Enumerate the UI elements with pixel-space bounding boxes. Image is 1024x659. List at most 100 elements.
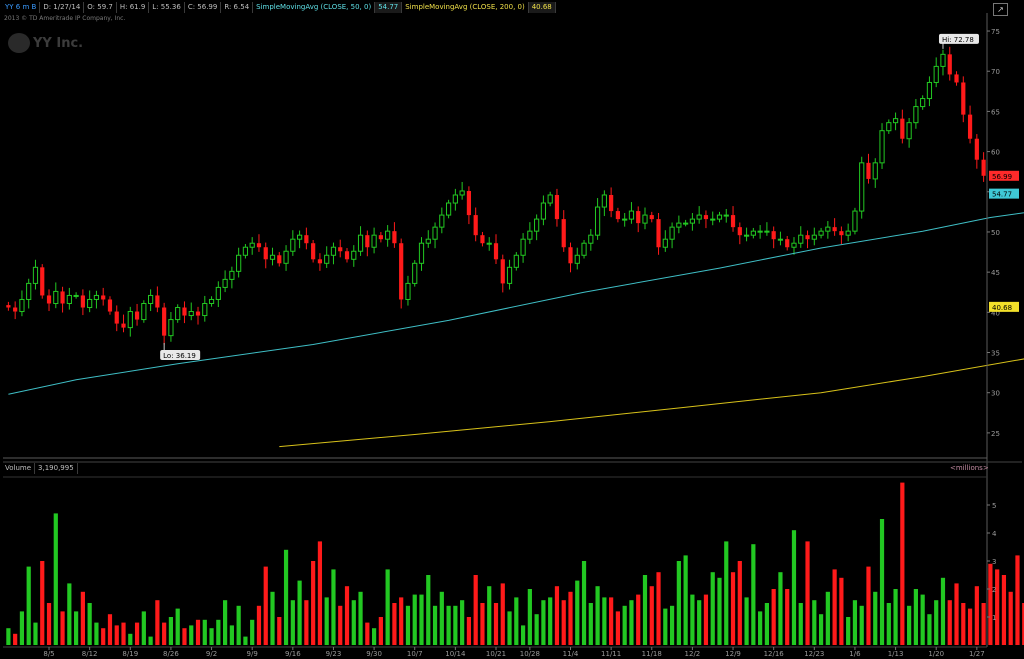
volume-bar [426,575,431,645]
candle-body [554,194,560,220]
candle [445,199,452,219]
volume-bar [216,619,221,645]
candle-body [466,190,472,216]
volume-bar [832,569,837,645]
volume-bar [656,572,661,645]
open-label: O: 59.7 [84,2,117,13]
candle-body [121,323,126,328]
volume-bar [981,603,986,645]
volume-bar [588,603,593,645]
volume-units: <millions> [950,464,989,472]
volume-bar [13,633,18,645]
volume-bar [412,594,417,645]
volume-bar [392,603,397,645]
date-tick-label: 8/12 [82,650,98,658]
candle-body [297,234,303,240]
volume-bar [256,605,262,645]
volume-bar [561,600,566,645]
volume-bar [514,597,519,645]
volume-bar [724,541,729,645]
volume-bar [175,608,180,645]
candle-body [785,239,790,248]
candle-body [656,219,661,248]
candle-body [249,242,255,248]
volume-bar [846,617,851,645]
candle-body [913,106,919,124]
volume-bar [223,600,228,645]
candle-body [920,98,926,108]
volume-bar [730,572,736,645]
date-tick-label: 10/7 [407,650,423,658]
candle-body [127,311,133,329]
volume-bar [385,569,390,645]
candle-body [351,250,357,260]
price-flag-label: 40.68 [992,304,1012,312]
volume-bar [453,605,458,645]
candle-body [87,298,93,309]
candle-body [141,302,147,321]
candle-body [845,230,851,236]
candle-body [324,254,330,264]
candle [513,252,519,271]
chart-header: YY 6 m B D: 1/27/14 O: 59.7 H: 61.9 L: 5… [2,2,556,13]
candle-body [493,243,499,260]
price-tick-label: 25 [991,430,1000,438]
candle-body [506,266,513,284]
volume-bar [94,622,99,645]
volume-bar [676,561,681,645]
volume-bar [947,600,952,645]
candle-body [703,215,709,220]
candle-body [818,230,824,236]
candle-body [418,242,425,264]
candle-body [202,302,208,317]
symbol-label[interactable]: YY 6 m B [2,2,41,13]
volume-bar [500,583,505,645]
volume-bar [744,597,749,645]
volume-bar [839,577,844,645]
candle-body [967,114,973,139]
date-tick-label: 10/21 [486,650,506,658]
date-tick-label: 10/28 [520,650,540,658]
volume-bar [818,614,824,645]
volume-bar [189,625,194,645]
candle-body [642,214,648,224]
volume-bar [107,614,113,645]
candle-body [439,214,445,228]
candle-body [581,242,587,256]
candle-body [101,295,106,300]
volume-bar [290,600,295,645]
volume-bar [737,561,742,645]
candle-body [628,210,635,220]
volume-bar [1008,591,1013,645]
volume-bar [26,566,31,645]
volume-bar [873,591,878,645]
candle-body [256,243,262,248]
volume-bar [683,555,688,645]
price-tick-label: 65 [991,108,1000,116]
volume-bar [548,597,553,645]
chart-settings-icon[interactable]: ↗ [993,3,1008,16]
volume-bar [277,617,282,645]
volume-bar [595,586,600,645]
candle-body [330,246,337,256]
date-tick-label: 1/20 [928,650,944,658]
volume-bar [487,586,492,645]
volume-bar [859,605,864,645]
candle-body [594,206,601,236]
candle-body [866,162,871,179]
candle-body [926,81,933,100]
date-tick-label: 9/30 [366,650,382,658]
sma50-value: 54.77 [375,2,403,13]
sma200-label[interactable]: SimpleMovingAvg (CLOSE, 200, 0) [402,2,529,13]
volume-bar [534,614,539,645]
candle-body [13,307,18,312]
candle-body [561,219,566,248]
candle-body [452,194,458,204]
volume-bar [920,594,925,645]
candle [141,300,147,323]
candle-body [723,214,729,217]
sma50-label[interactable]: SimpleMovingAvg (CLOSE, 50, 0) [253,2,376,13]
volume-bar [101,628,106,645]
candle-body [947,54,952,75]
volume-bar [710,572,715,645]
